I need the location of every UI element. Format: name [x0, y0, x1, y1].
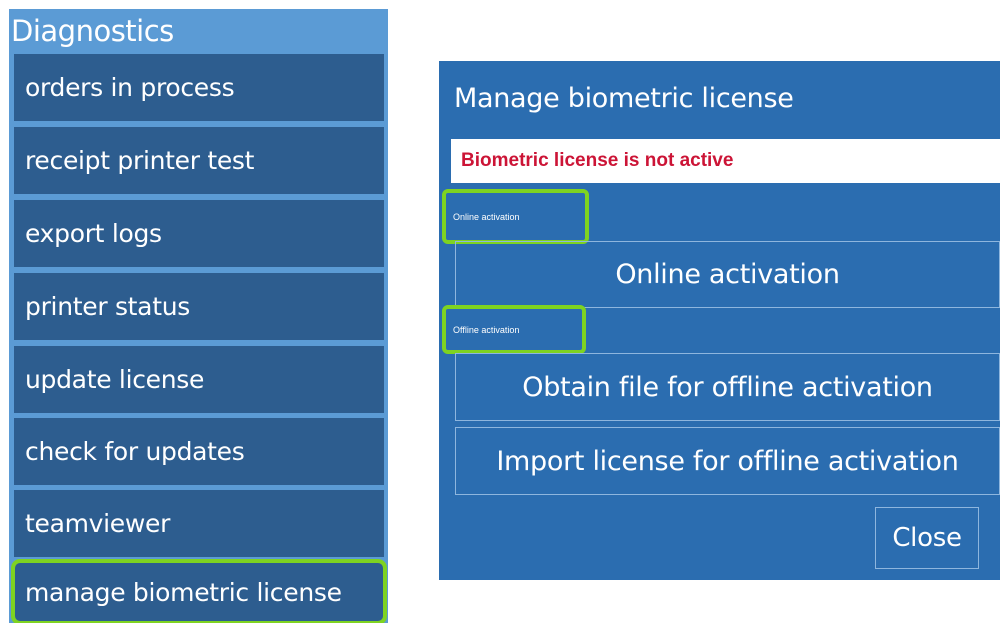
- menu-item-label: update license: [25, 365, 205, 394]
- close-button[interactable]: Close: [875, 507, 979, 569]
- menu-item-export-logs[interactable]: export logs: [14, 200, 384, 267]
- menu-item-update-license[interactable]: update license: [14, 346, 384, 413]
- menu-item-printer-status[interactable]: printer status: [14, 273, 384, 340]
- online-activation-section-label: Online activation: [442, 189, 589, 244]
- obtain-file-for-offline-activation-button[interactable]: Obtain file for offline activation: [455, 353, 1000, 421]
- menu-item-manage-biometric-license[interactable]: manage biometric license: [11, 559, 387, 623]
- diagnostics-panel: Diagnostics orders in process receipt pr…: [9, 9, 388, 623]
- diagnostics-title: Diagnostics: [11, 14, 174, 48]
- menu-item-label: receipt printer test: [25, 146, 255, 175]
- section-label-text: Online activation: [453, 211, 520, 222]
- manage-biometric-license-dialog: Manage biometric license Biometric licen…: [436, 58, 1003, 583]
- dialog-title: Manage biometric license: [454, 83, 794, 114]
- menu-item-label: manage biometric license: [25, 577, 342, 607]
- license-status-message: Biometric license is not active: [451, 139, 1001, 183]
- menu-item-teamviewer[interactable]: teamviewer: [14, 490, 384, 557]
- online-activation-button[interactable]: Online activation: [455, 241, 1000, 308]
- menu-item-receipt-printer-test[interactable]: receipt printer test: [14, 127, 384, 194]
- button-label: Online activation: [615, 259, 840, 290]
- dialog-body: Manage biometric license Biometric licen…: [439, 61, 1001, 580]
- button-label: Import license for offline activation: [496, 445, 959, 477]
- menu-item-orders-in-process[interactable]: orders in process: [14, 54, 384, 121]
- menu-item-label: orders in process: [25, 73, 235, 102]
- menu-item-check-for-updates[interactable]: check for updates: [14, 418, 384, 485]
- menu-item-label: export logs: [25, 219, 162, 248]
- menu-item-label: check for updates: [25, 437, 245, 466]
- button-label: Close: [892, 523, 962, 553]
- section-label-text: Offline activation: [453, 324, 520, 335]
- menu-item-label: teamviewer: [25, 509, 171, 538]
- menu-item-label: printer status: [25, 292, 190, 321]
- button-label: Obtain file for offline activation: [522, 371, 933, 403]
- offline-activation-section-label: Offline activation: [442, 305, 586, 354]
- import-license-for-offline-activation-button[interactable]: Import license for offline activation: [455, 427, 1000, 495]
